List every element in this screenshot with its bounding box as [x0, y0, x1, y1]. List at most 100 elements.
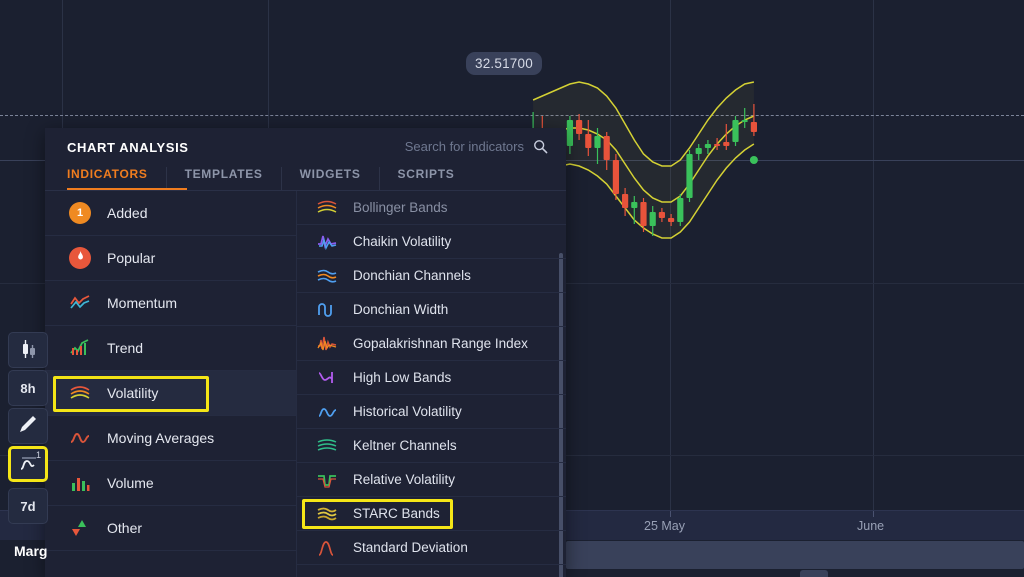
trend-icon	[67, 335, 93, 361]
tab-label: INDICATORS	[67, 167, 148, 181]
category-item-popular[interactable]: Popular	[45, 236, 296, 281]
candle-body	[723, 142, 730, 146]
tab-templates[interactable]: TEMPLATES	[185, 167, 282, 190]
indicator-item-gopalakrishnan-range-index[interactable]: Gopalakrishnan Range Index	[297, 327, 566, 361]
donchian-channels-icon	[314, 263, 340, 289]
timeframe-8h-button[interactable]: 8h	[8, 370, 48, 406]
candle-body	[714, 144, 721, 146]
category-label: Volatility	[107, 385, 159, 401]
indicator-item-chaikin-volatility[interactable]: Chaikin Volatility	[297, 225, 566, 259]
candle-body	[668, 218, 675, 222]
search-area[interactable]	[374, 139, 548, 154]
indicator-item-donchian-channels[interactable]: Donchian Channels	[297, 259, 566, 293]
standard-deviation-icon	[314, 535, 340, 561]
indicator-item-keltner-channels[interactable]: Keltner Channels	[297, 429, 566, 463]
category-item-volume[interactable]: Volume	[45, 461, 296, 506]
panel-header: CHART ANALYSIS INDICATORS TEMPLATES WIDGET…	[45, 128, 566, 191]
indicator-list: Bollinger Bands Chaikin Volatility Donchia…	[297, 191, 566, 577]
category-item-other[interactable]: Other	[45, 506, 296, 551]
last-price-marker	[749, 156, 758, 164]
indicator-label: Historical Volatility	[353, 404, 462, 419]
moving-average-icon	[67, 425, 93, 451]
category-item-trend[interactable]: Trend	[45, 326, 296, 371]
candle-body	[741, 120, 748, 122]
indicator-label: Chaikin Volatility	[353, 234, 452, 249]
tab-indicators[interactable]: INDICATORS	[67, 167, 167, 190]
axis-tick	[873, 511, 874, 517]
axis-tick	[670, 511, 671, 517]
category-label: Moving Averages	[107, 430, 215, 446]
timeframe-7d-button-label: 7d	[20, 498, 36, 514]
indicator-label: Relative Volatility	[353, 472, 456, 487]
high-low-bands-icon	[314, 365, 340, 391]
tab-widgets[interactable]: WIDGETS	[300, 167, 380, 190]
margin-label: Marg	[14, 543, 48, 559]
candle-body	[686, 154, 693, 198]
category-label: Volume	[107, 475, 154, 491]
indicator-item-starc-bands[interactable]: STARC Bands	[297, 497, 566, 531]
bottom-scroll-panel[interactable]	[566, 541, 1024, 569]
trading-chart-app: 32.51700 25 May June 25 Marg 8h17d CHART…	[0, 0, 1024, 577]
panel-title: CHART ANALYSIS	[67, 140, 189, 155]
candle-body	[631, 202, 638, 208]
panel-tabs: INDICATORS TEMPLATES WIDGETS SCRIPTS	[67, 162, 566, 190]
candle-body	[622, 194, 629, 208]
indicator-item-historical-volatility[interactable]: Historical Volatility	[297, 395, 566, 429]
indicator-label: Donchian Width	[353, 302, 449, 317]
tab-label: SCRIPTS	[397, 167, 455, 181]
candle-body	[576, 120, 583, 134]
indicator-item-donchian-width[interactable]: Donchian Width	[297, 293, 566, 327]
category-label: Momentum	[107, 295, 178, 311]
category-item-moving-averages[interactable]: Moving Averages	[45, 416, 296, 461]
candlestick-icon	[16, 337, 40, 364]
category-label: Trend	[107, 340, 144, 356]
flame-icon	[67, 245, 93, 271]
search-icon[interactable]	[533, 139, 548, 154]
candle-body	[695, 148, 702, 154]
candle-body	[658, 212, 665, 218]
tab-label: WIDGETS	[299, 167, 361, 181]
keltner-channels-icon	[314, 433, 340, 459]
bottom-handle[interactable]	[800, 570, 828, 577]
indicator-label: Donchian Channels	[353, 268, 471, 283]
momentum-icon	[67, 290, 93, 316]
category-item-momentum[interactable]: Momentum	[45, 281, 296, 326]
tab-scripts[interactable]: SCRIPTS	[398, 167, 473, 190]
candle-body	[732, 120, 739, 142]
tab-label: TEMPLATES	[184, 167, 263, 181]
indicator-item-relative-volatility[interactable]: Relative Volatility	[297, 463, 566, 497]
historical-volatility-icon	[314, 399, 340, 425]
indicator-label: Gopalakrishnan Range Index	[353, 336, 528, 351]
panel-body: 1 Added Popular Momentum Trend Volatility Movi…	[45, 191, 566, 577]
time-axis-label: June	[857, 519, 885, 533]
indicator-label: High Low Bands	[353, 370, 452, 385]
candle-body	[640, 202, 647, 226]
indicator-label: STARC Bands	[353, 506, 440, 521]
time-axis-label: 25 May	[644, 519, 685, 533]
timeframe-7d-button[interactable]: 7d	[8, 488, 48, 524]
indicator-count-badge: 1	[35, 450, 41, 460]
category-label: Added	[107, 205, 148, 221]
candle-body	[750, 122, 757, 132]
price-tooltip: 32.51700	[466, 52, 542, 75]
drawing-tools-button[interactable]	[8, 408, 48, 444]
candle-body	[566, 120, 573, 146]
starc-bands-icon	[314, 501, 340, 527]
chart-left-toolbar: 8h 1 7d	[8, 332, 50, 524]
candle-body	[677, 198, 684, 222]
category-item-added[interactable]: 1 Added	[45, 191, 296, 236]
search-input[interactable]	[374, 139, 524, 154]
candle-body	[612, 160, 619, 194]
badge-count-icon: 1	[67, 200, 93, 226]
candle-body	[704, 144, 711, 148]
candle-body	[603, 136, 610, 160]
candle-type-button[interactable]	[8, 332, 48, 368]
donchian-width-icon	[314, 297, 340, 323]
indicator-item-high-low-bands[interactable]: High Low Bands	[297, 361, 566, 395]
indicators-button[interactable]: 1	[8, 446, 48, 482]
category-list: 1 Added Popular Momentum Trend Volatility Movi…	[45, 191, 297, 577]
indicator-item-standard-deviation[interactable]: Standard Deviation	[297, 531, 566, 565]
indicator-label: Bollinger Bands	[353, 200, 448, 215]
indicator-item-bollinger-bands[interactable]: Bollinger Bands	[297, 191, 566, 225]
category-item-volatility[interactable]: Volatility	[45, 371, 296, 416]
